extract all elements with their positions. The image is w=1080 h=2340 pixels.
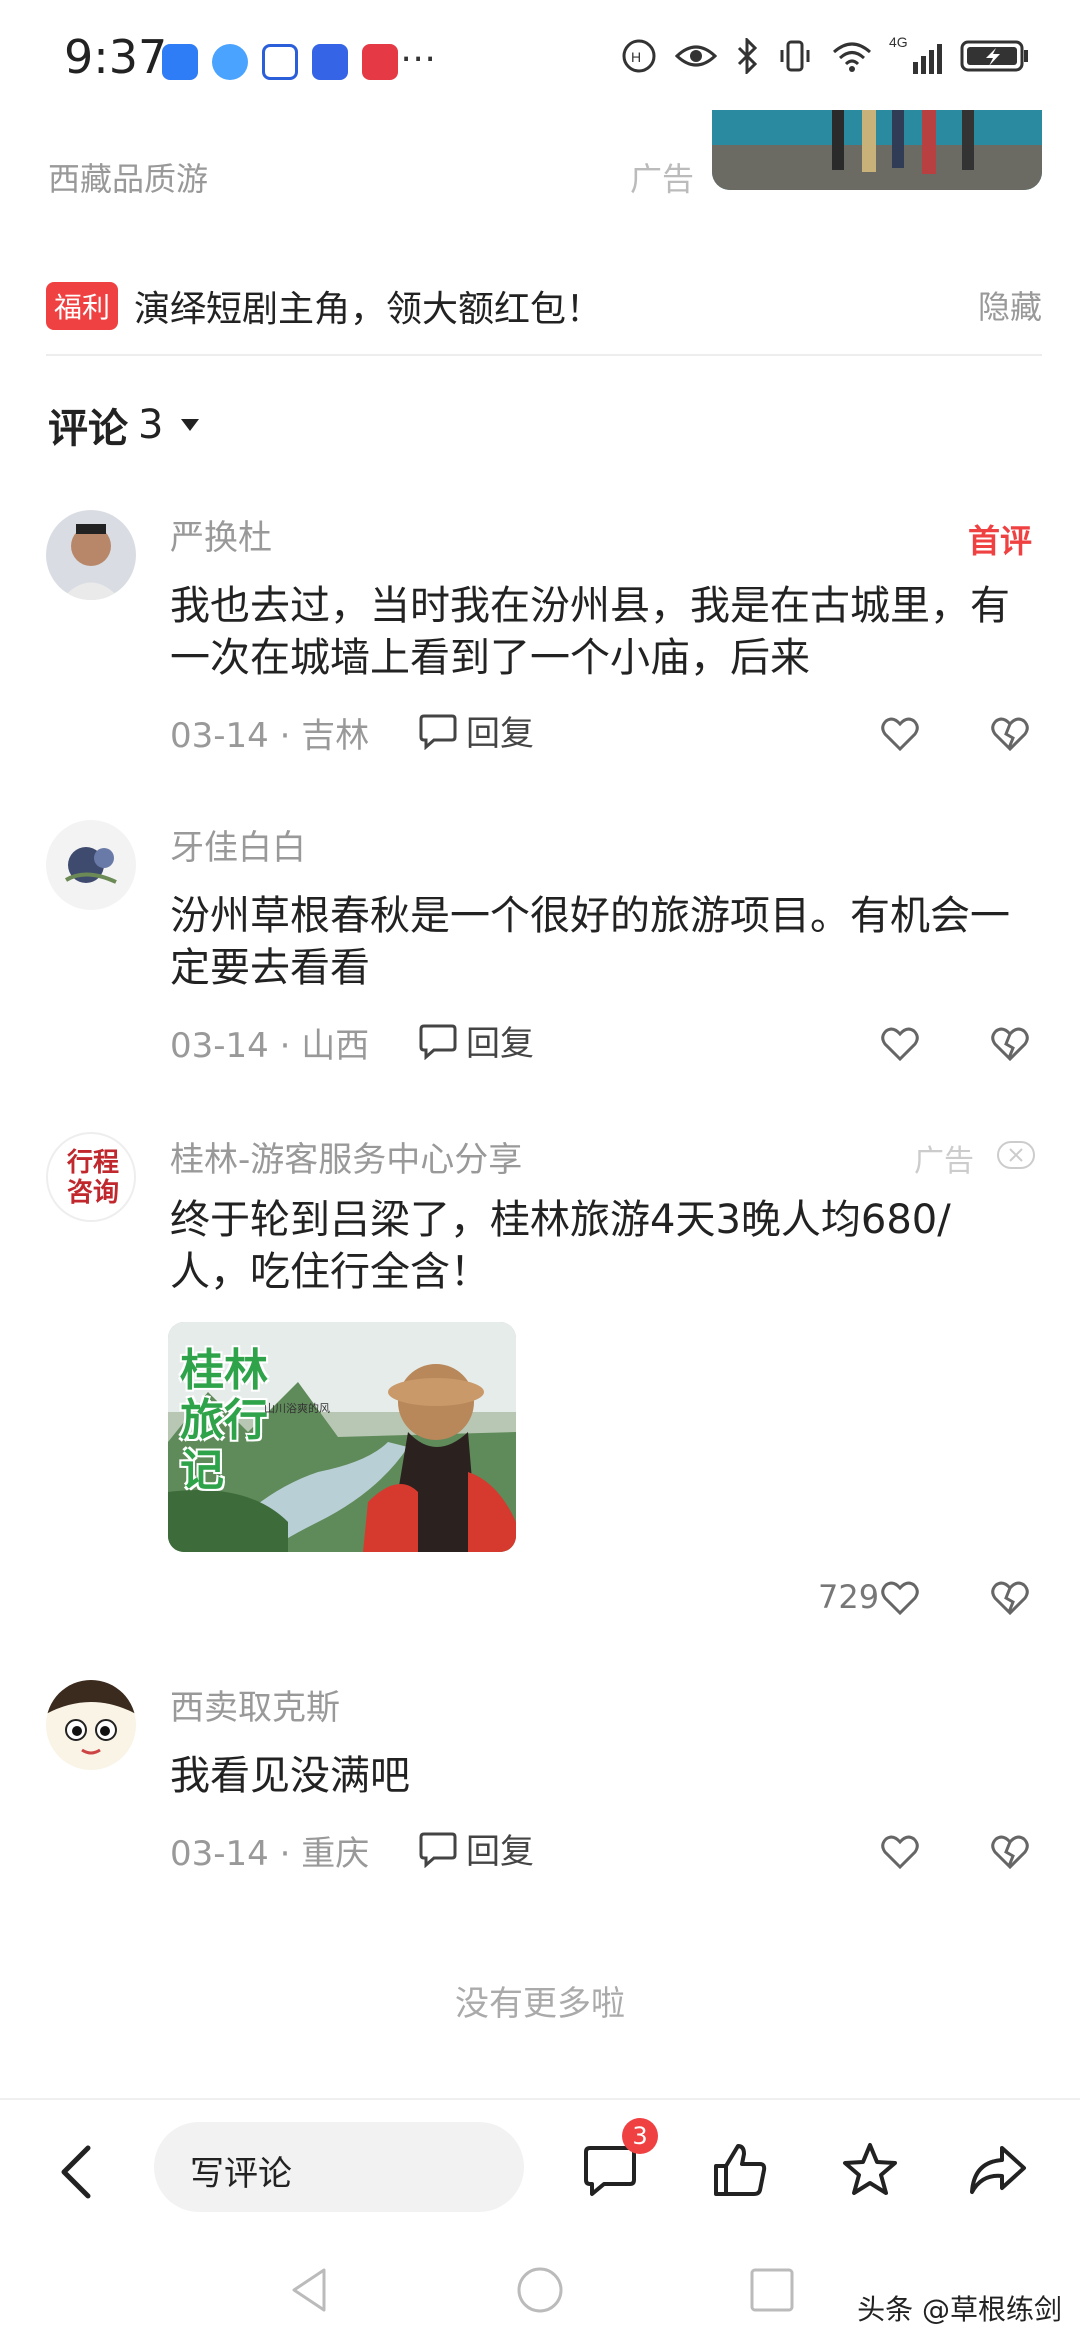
- watermark: 头条 @草根练剑: [857, 2293, 1062, 2326]
- write-comment-input[interactable]: 写评论: [154, 2122, 524, 2212]
- reply-button[interactable]: 回复: [418, 1824, 534, 1873]
- battery-charging-icon: [960, 40, 1028, 72]
- comment-meta: 03-14 · 重庆: [170, 1834, 370, 1874]
- promo-text[interactable]: 演绎短剧主角，领大额红包！: [134, 280, 602, 332]
- status-app-icons: [162, 44, 398, 80]
- write-comment-label: 写评论: [190, 2154, 292, 2194]
- system-nav-bar: 头条 @草根练剑: [0, 2240, 1080, 2340]
- comment-meta: 03-14 · 吉林: [170, 716, 370, 756]
- comment-text: 我看见没满吧: [170, 1753, 410, 1799]
- ad-label: 广告: [630, 160, 695, 198]
- wifi-icon: [833, 42, 871, 72]
- ad-image[interactable]: 桂林旅行记 山川浴爽的风: [168, 1322, 516, 1552]
- comment-username[interactable]: 牙佳白白: [170, 820, 306, 869]
- comment-text: 我也去过，当时我在汾州县，我是在古城里，有一次在城墙上看到了一个小庙，后来: [170, 583, 1010, 681]
- reply-button[interactable]: 回复: [418, 1016, 534, 1065]
- first-comment-badge: 首评: [967, 522, 1032, 560]
- status-system-icons: H 4G: [621, 34, 1030, 74]
- app-notification-icon: [262, 44, 298, 80]
- reply-label: 回复: [466, 1024, 534, 1064]
- status-time: 9:37: [64, 30, 168, 84]
- app-notification-icon: [162, 44, 198, 80]
- reply-label: 回复: [466, 1832, 534, 1872]
- comment-text: 汾州草根春秋是一个很好的旅游项目。有机会一定要去看看: [170, 893, 1010, 991]
- dislike-icon[interactable]: [990, 1024, 1030, 1064]
- app-notification-icon: [312, 44, 348, 80]
- comment-text: 终于轮到吕梁了，桂林旅游4天3晚人均680/人，吃住行全含！: [170, 1197, 951, 1295]
- close-icon[interactable]: [996, 1140, 1036, 1170]
- like-icon[interactable]: [880, 714, 920, 754]
- thumbs-up-icon[interactable]: [710, 2140, 770, 2200]
- ad-thumbnail-image[interactable]: [712, 110, 1042, 190]
- hd-icon: H: [622, 39, 656, 73]
- status-overflow-icon: ⋯: [400, 38, 438, 79]
- eye-icon: [675, 45, 717, 67]
- network-type-label: 4G: [889, 34, 908, 50]
- app-notification-icon: [362, 44, 398, 80]
- comment-count-badge: 3: [622, 2118, 658, 2154]
- like-icon[interactable]: [880, 1578, 920, 1618]
- nav-recents-icon[interactable]: [746, 2264, 798, 2316]
- comments-header[interactable]: 评论 3: [48, 396, 200, 454]
- like-icon[interactable]: [880, 1832, 920, 1872]
- comment-username[interactable]: 严换杜: [170, 510, 272, 559]
- avatar[interactable]: 行程咨询: [46, 1132, 136, 1222]
- ad-source[interactable]: 西藏品质游: [48, 154, 208, 200]
- comments-count: 3: [138, 402, 164, 448]
- sort-dropdown-icon[interactable]: [181, 419, 200, 431]
- nav-home-icon[interactable]: [514, 2264, 566, 2316]
- reply-label: 回复: [466, 714, 534, 754]
- bottom-action-bar: 写评论 3: [0, 2100, 1080, 2240]
- reply-icon: [419, 1832, 457, 1868]
- comment-username[interactable]: 西卖取克斯: [170, 1680, 340, 1729]
- promo-hide-button[interactable]: 隐藏: [978, 282, 1042, 328]
- nav-back-icon[interactable]: [284, 2264, 336, 2316]
- ad-image-subtitle: 山川浴爽的风: [264, 1402, 330, 1415]
- avatar[interactable]: [46, 510, 136, 600]
- reply-icon: [419, 1024, 457, 1060]
- back-icon[interactable]: [56, 2144, 96, 2200]
- ad-label: 广告: [914, 1144, 974, 1179]
- app-notification-icon: [212, 44, 248, 80]
- promo-badge: 福利: [46, 282, 119, 330]
- comment-username[interactable]: 桂林-游客服务中心分享: [170, 1132, 522, 1181]
- avatar[interactable]: [46, 820, 136, 910]
- bluetooth-icon: [737, 38, 758, 74]
- reply-button[interactable]: 回复: [418, 706, 534, 755]
- comments-title: 评论: [48, 406, 128, 452]
- top-ad-strip[interactable]: 西藏品质游 广告: [0, 110, 1080, 210]
- signal-icon: 4G: [889, 34, 942, 74]
- promo-row[interactable]: 福利 演绎短剧主角，领大额红包！ 隐藏: [46, 276, 1042, 336]
- ad-image-title: 桂林旅行记: [180, 1345, 268, 1496]
- star-icon[interactable]: [840, 2140, 900, 2200]
- like-icon[interactable]: [880, 1024, 920, 1064]
- reply-icon: [419, 714, 457, 750]
- comment-meta: 03-14 · 山西: [170, 1026, 370, 1066]
- like-count: 729: [818, 1578, 880, 1616]
- vibrate-icon: [780, 40, 810, 72]
- share-icon[interactable]: [968, 2140, 1028, 2200]
- no-more-text: 没有更多啦: [455, 1984, 625, 2024]
- divider: [46, 354, 1042, 356]
- avatar[interactable]: [46, 1680, 136, 1770]
- dislike-icon[interactable]: [990, 1578, 1030, 1618]
- dislike-icon[interactable]: [990, 1832, 1030, 1872]
- status-bar: 9:37 ⋯ H 4G: [0, 0, 1080, 110]
- dislike-icon[interactable]: [990, 714, 1030, 754]
- avatar-logo-text: 行程咨询: [66, 1148, 119, 1208]
- svg-text:H: H: [631, 49, 641, 65]
